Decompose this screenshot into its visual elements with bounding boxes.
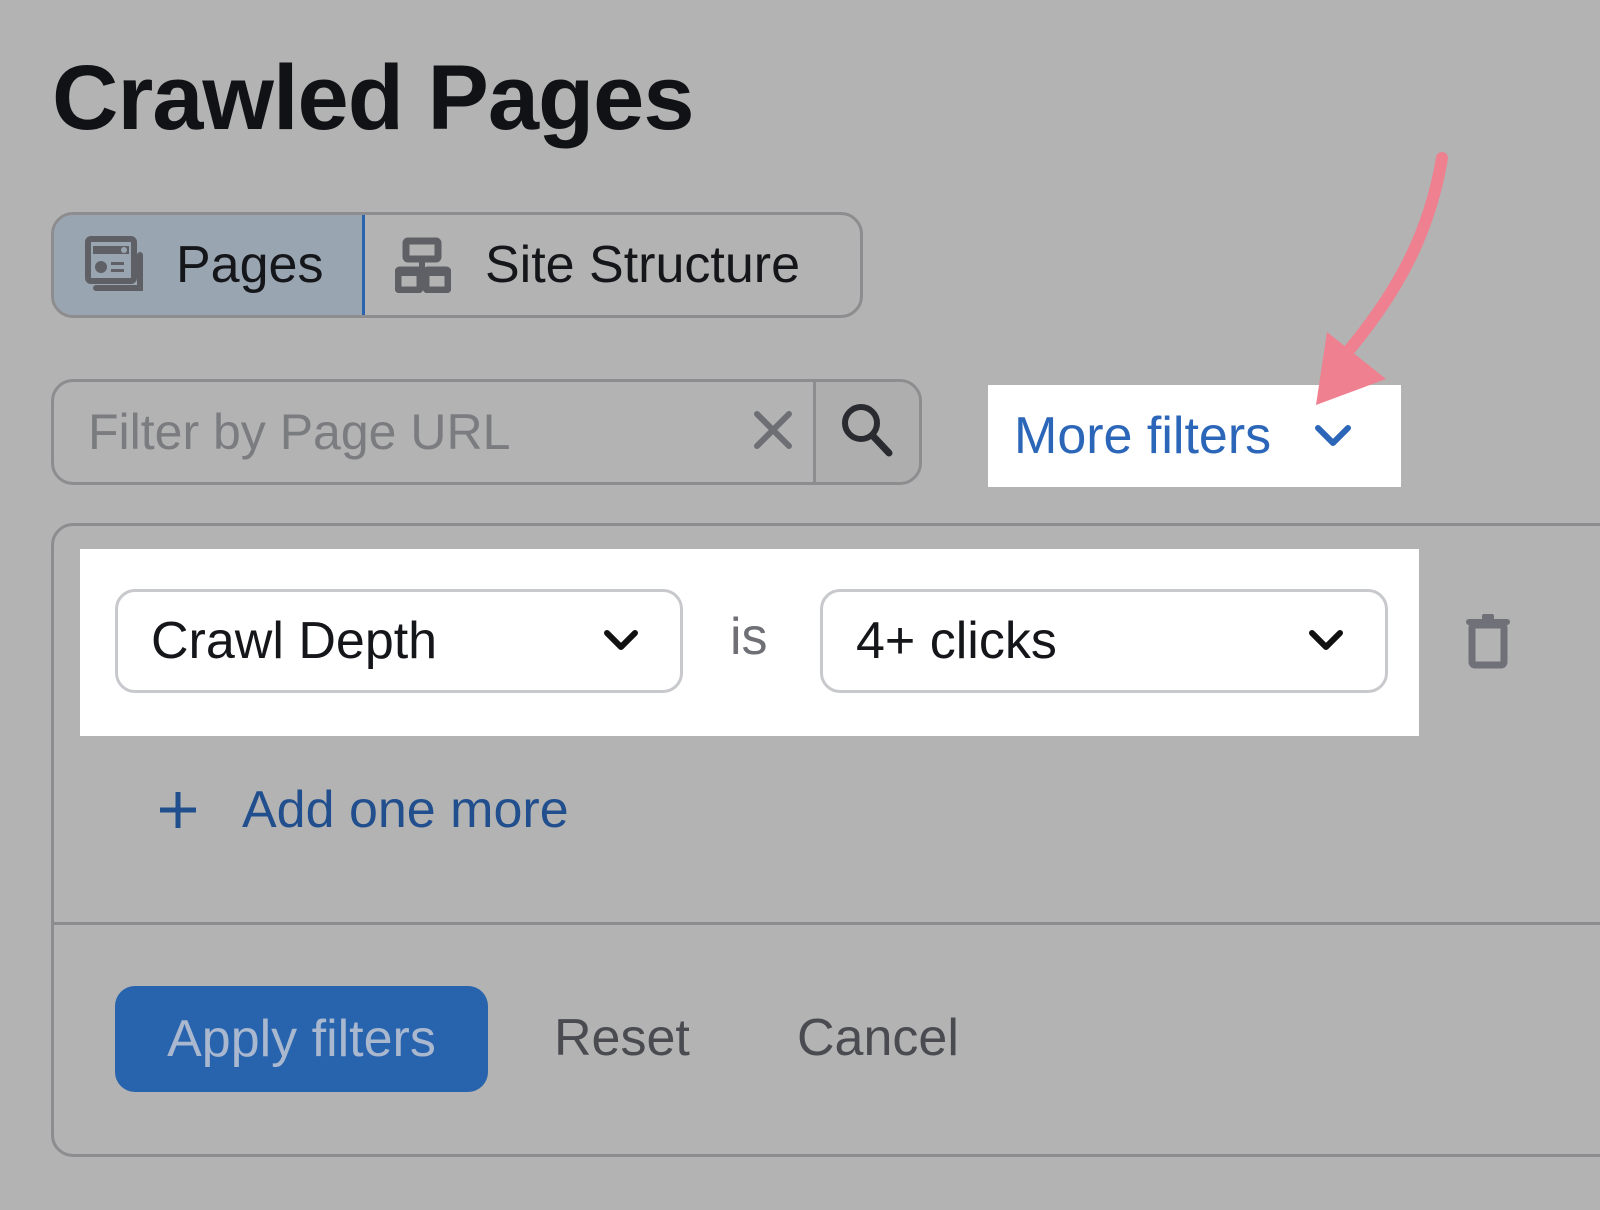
tab-site-structure[interactable]: Site Structure <box>365 215 860 315</box>
view-toggle: Pages Site Structure <box>51 212 863 318</box>
url-filter <box>51 379 922 485</box>
site-structure-icon <box>395 237 451 293</box>
filter-field-value: Crawl Depth <box>151 612 438 670</box>
filter-value-value: 4+ clicks <box>856 612 1057 670</box>
close-icon <box>753 410 793 455</box>
more-filters-button[interactable]: More filters <box>988 385 1401 487</box>
clear-search-button[interactable] <box>733 382 813 482</box>
cancel-button[interactable]: Cancel <box>797 1008 959 1068</box>
delete-filter-button[interactable] <box>1462 612 1514 670</box>
search-icon <box>839 401 895 464</box>
tab-site-structure-label: Site Structure <box>485 236 801 294</box>
tab-pages[interactable]: Pages <box>54 215 365 315</box>
tab-pages-label: Pages <box>176 236 324 294</box>
chevron-down-icon <box>602 628 640 654</box>
panel-divider <box>54 922 1600 925</box>
chevron-down-icon <box>1313 423 1353 449</box>
more-filters-label: More filters <box>1014 407 1272 465</box>
trash-icon <box>1462 614 1514 674</box>
filter-row: Crawl Depth is 4+ clicks <box>80 549 1419 736</box>
url-filter-input[interactable] <box>54 382 733 482</box>
chevron-down-icon <box>1307 628 1345 654</box>
page-title: Crawled Pages <box>52 47 695 149</box>
apply-filters-button[interactable]: Apply filters <box>115 986 488 1092</box>
add-filter-button[interactable]: Add one more <box>158 780 569 840</box>
reset-button[interactable]: Reset <box>554 1008 690 1068</box>
search-button[interactable] <box>812 382 919 482</box>
pages-icon <box>84 236 146 294</box>
filter-operator: is <box>730 608 768 666</box>
add-filter-label: Add one more <box>242 781 569 839</box>
plus-icon <box>158 780 202 840</box>
filter-value-select[interactable]: 4+ clicks <box>820 589 1388 693</box>
filter-field-select[interactable]: Crawl Depth <box>115 589 683 693</box>
